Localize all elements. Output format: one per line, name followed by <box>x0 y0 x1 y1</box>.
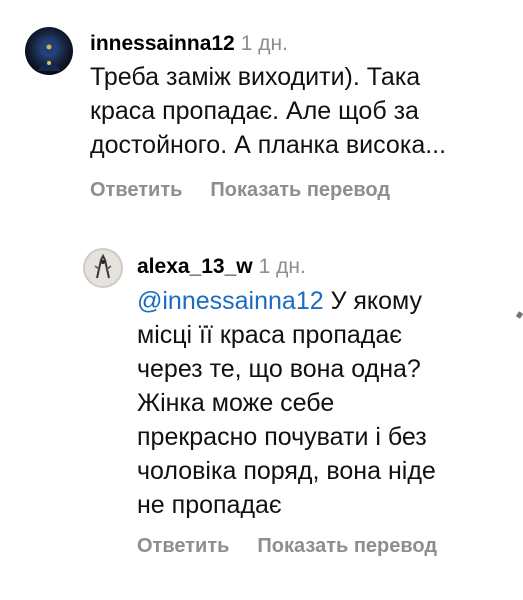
profile-avatar-icon <box>25 27 73 75</box>
comment-actions: Ответить Показать перевод <box>90 178 390 202</box>
comment-actions: Ответить Показать перевод <box>137 534 437 558</box>
reply-button[interactable]: Ответить <box>90 179 182 201</box>
avatar[interactable] <box>83 248 123 288</box>
comment-line: через те, що вона одна? <box>137 355 421 383</box>
timestamp: 1 дн. <box>240 32 288 55</box>
comment-line: достойного. А планка висока... <box>90 131 447 159</box>
timestamp: 1 дн. <box>258 255 306 278</box>
profile-avatar-icon <box>83 248 123 288</box>
username[interactable]: innessainna12 <box>90 32 235 55</box>
show-translation-button[interactable]: Показать перевод <box>210 179 390 201</box>
avatar[interactable] <box>25 27 73 75</box>
username[interactable]: alexa_13_w <box>137 255 253 278</box>
comment-line: прекрасно почувати і без <box>137 423 427 451</box>
comment-line: Жінка може себе <box>137 389 335 417</box>
comment-line-text: У якому <box>323 287 423 315</box>
comment-line: @innessainna12 У якому <box>137 284 436 318</box>
comment-line: місці її краса пропадає <box>137 321 403 349</box>
comment-line: не пропадає <box>137 491 282 519</box>
comment-text: @innessainna12 У якому місці її краса пр… <box>137 284 436 522</box>
comment-text: Треба заміж виходити). Така краса пропад… <box>90 60 446 162</box>
comment-line: чоловіка поряд, вона ніде <box>137 457 436 485</box>
reply-button[interactable]: Ответить <box>137 535 229 557</box>
user-mention-link[interactable]: @innessainna12 <box>137 287 324 315</box>
comment-line: краса пропадає. Але щоб за <box>90 97 419 125</box>
comment-header: alexa_13_w 1 дн. <box>137 255 306 279</box>
edge-mark <box>515 311 523 319</box>
comment-line: Треба заміж виходити). Така <box>90 63 421 91</box>
show-translation-button[interactable]: Показать перевод <box>257 535 437 557</box>
comment-header: innessainna12 1 дн. <box>90 32 288 56</box>
